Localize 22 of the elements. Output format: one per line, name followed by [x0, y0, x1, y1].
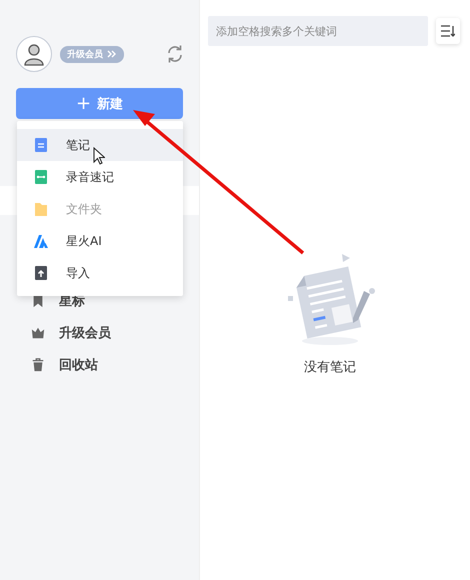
sync-icon[interactable]: [165, 44, 185, 64]
sidebar-item[interactable]: 回收站: [59, 356, 98, 374]
menu-item[interactable]: 导入: [17, 257, 183, 289]
import-icon: [33, 265, 49, 281]
avatar[interactable]: [16, 36, 52, 72]
trash-icon: [31, 358, 45, 372]
menu-item[interactable]: 录音速记: [17, 161, 183, 193]
audio-note-icon: [33, 169, 49, 185]
sort-icon: [441, 25, 455, 37]
spark-ai-icon: [33, 233, 49, 249]
mouse-pointer-icon: [93, 147, 105, 165]
note-icon: [33, 137, 49, 153]
folder-icon: [33, 201, 49, 217]
bookmark-icon: [31, 294, 45, 308]
double-chevron-icon: [107, 50, 117, 58]
sort-button[interactable]: [436, 18, 460, 44]
menu-item[interactable]: 星火AI: [17, 225, 183, 257]
sidebar-item[interactable]: 升级会员: [59, 324, 111, 342]
crown-icon: [31, 326, 45, 340]
menu-item[interactable]: 笔记: [17, 129, 183, 161]
search-field[interactable]: 添加空格搜索多个关键词: [208, 16, 428, 46]
empty-message: 没有笔记: [304, 359, 356, 376]
